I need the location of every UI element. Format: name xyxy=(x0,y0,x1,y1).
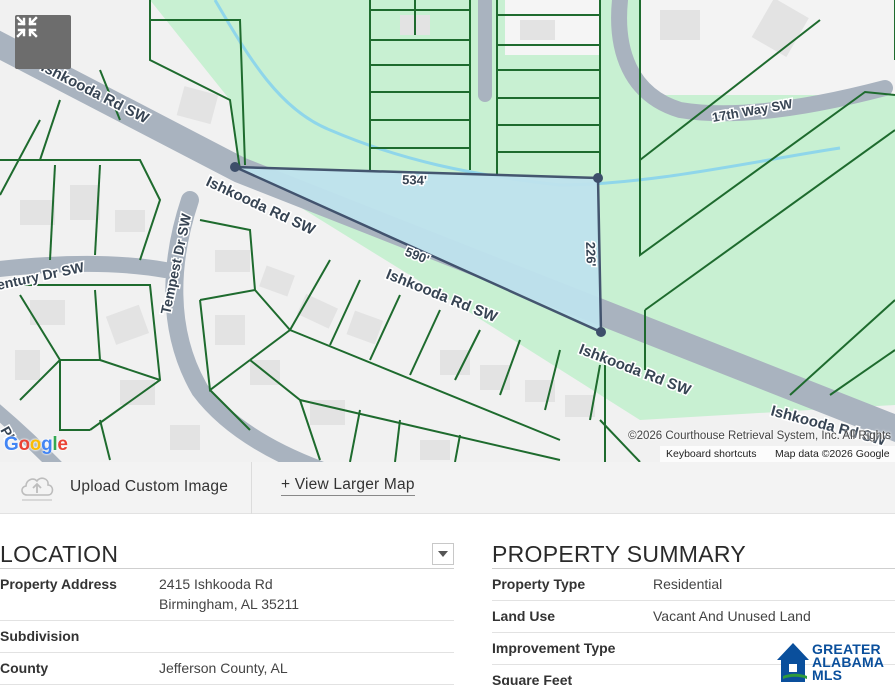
property-type-row: Property Type Residential xyxy=(492,569,895,601)
improvement-type-label: Improvement Type xyxy=(492,640,616,656)
upload-custom-image-label: Upload Custom Image xyxy=(70,478,229,495)
logo-line-mls: MLS xyxy=(812,667,843,683)
subdivision-label: Subdivision xyxy=(0,628,80,644)
property-address-row: Property Address 2415 Ishkooda Rd Birmin… xyxy=(0,569,454,621)
google-logo-letter: G xyxy=(4,434,19,455)
dimension-right: 226' xyxy=(583,242,599,267)
map-data-attribution[interactable]: Map data ©2026 Google xyxy=(775,448,890,460)
collapse-map-button[interactable] xyxy=(15,15,71,69)
subdivision-row: Subdivision xyxy=(0,621,454,653)
property-type-label: Property Type xyxy=(492,576,586,592)
caret-down-icon xyxy=(438,551,448,557)
greater-alabama-mls-logo: GREATER ALABAMA MLS xyxy=(776,640,895,685)
county-value: Jefferson County, AL xyxy=(159,660,288,676)
google-logo-letter: e xyxy=(57,434,68,455)
page: Ishkooda Rd SW Ishkooda Rd SW Ishkooda R… xyxy=(0,0,895,685)
county-label: County xyxy=(0,660,49,676)
location-dropdown-toggle[interactable] xyxy=(432,543,454,565)
property-address-line1: 2415 Ishkooda Rd xyxy=(159,576,273,592)
google-logo-letter: o xyxy=(29,434,42,455)
property-type-value: Residential xyxy=(653,576,723,592)
map-canvas[interactable]: Ishkooda Rd SW Ishkooda Rd SW Ishkooda R… xyxy=(0,0,895,462)
dimension-top: 534' xyxy=(402,172,427,188)
upload-custom-image-button[interactable]: Upload Custom Image xyxy=(0,462,252,514)
parcel-map[interactable]: Ishkooda Rd SW Ishkooda Rd SW Ishkooda R… xyxy=(0,0,895,462)
cloud-upload-icon xyxy=(21,477,54,501)
property-summary-title: PROPERTY SUMMARY xyxy=(492,540,895,569)
google-logo-letter: o xyxy=(18,434,30,455)
keyboard-shortcuts-link[interactable]: Keyboard shortcuts xyxy=(666,448,756,460)
google-logo-letter: g xyxy=(41,434,53,455)
location-title: LOCATION xyxy=(0,540,454,569)
collapse-arrows-icon xyxy=(16,16,38,38)
map-copyright: ©2026 Courthouse Retrieval System, Inc. … xyxy=(628,430,891,442)
property-address-line2: Birmingham, AL 35211 xyxy=(159,596,300,612)
land-use-row: Land Use Vacant And Unused Land xyxy=(492,601,895,633)
land-use-label: Land Use xyxy=(492,608,556,624)
map-footer: Keyboard shortcuts Map data ©2026 Google xyxy=(660,446,895,462)
property-address-label: Property Address xyxy=(0,576,117,592)
county-row: County Jefferson County, AL xyxy=(0,653,454,685)
square-feet-label: Square Feet xyxy=(492,672,573,685)
view-larger-map-link[interactable]: + View Larger Map xyxy=(281,476,415,496)
google-logo[interactable]: Google xyxy=(4,434,68,456)
map-toolbar: Upload Custom Image + View Larger Map xyxy=(0,462,895,514)
location-section: LOCATION Property Address 2415 Ishkooda … xyxy=(0,540,454,685)
land-use-value: Vacant And Unused Land xyxy=(653,608,811,624)
